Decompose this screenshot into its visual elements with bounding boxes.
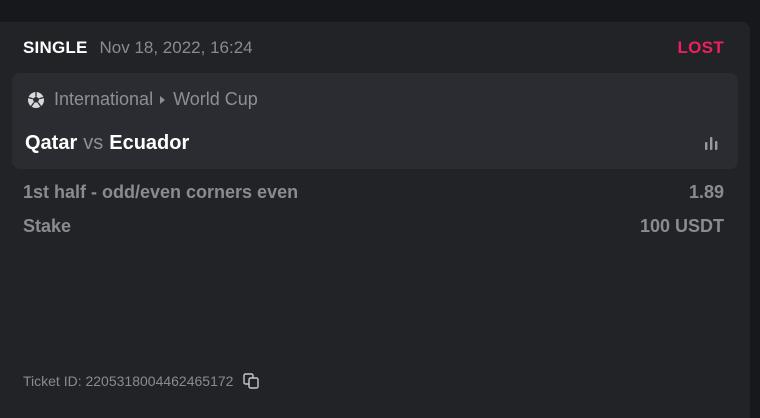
- bar-chart-icon[interactable]: [701, 134, 721, 152]
- market-label: 1st half - odd/even corners even: [23, 182, 299, 202]
- bet-card: SINGLE Nov 18, 2022, 16:24 LOST Internat…: [0, 22, 750, 418]
- stake-row: Stake 100 USDT: [23, 216, 724, 237]
- soccer-ball-icon: [27, 91, 45, 109]
- breadcrumb: International World Cup: [27, 89, 258, 110]
- odds-value: 1.89: [688, 182, 724, 202]
- bet-header: SINGLE Nov 18, 2022, 16:24 LOST: [23, 36, 724, 60]
- stake-value: 100 USDT: [639, 216, 724, 236]
- copy-icon[interactable]: [242, 372, 260, 390]
- selection-row: 1st half - odd/even corners even 1.89: [23, 182, 724, 203]
- vs-label: vs: [83, 132, 104, 154]
- event-panel: International World Cup Qatar vs Ecuador: [12, 73, 738, 169]
- breadcrumb-tournament[interactable]: World Cup: [173, 89, 258, 110]
- stake-label: Stake: [23, 216, 72, 236]
- bet-type-label: SINGLE: [23, 38, 88, 57]
- away-team: Ecuador: [109, 132, 190, 154]
- match-teams[interactable]: Qatar vs Ecuador: [25, 132, 189, 155]
- bet-date: Nov 18, 2022, 16:24: [99, 38, 253, 57]
- ticket-id-text: Ticket ID: 2205318004462465172: [23, 373, 234, 389]
- breadcrumb-category[interactable]: International: [54, 89, 153, 110]
- ticket-id: Ticket ID: 2205318004462465172: [23, 372, 260, 390]
- chevron-right-icon: [160, 95, 166, 104]
- home-team: Qatar: [25, 132, 78, 154]
- status-badge: LOST: [677, 38, 724, 57]
